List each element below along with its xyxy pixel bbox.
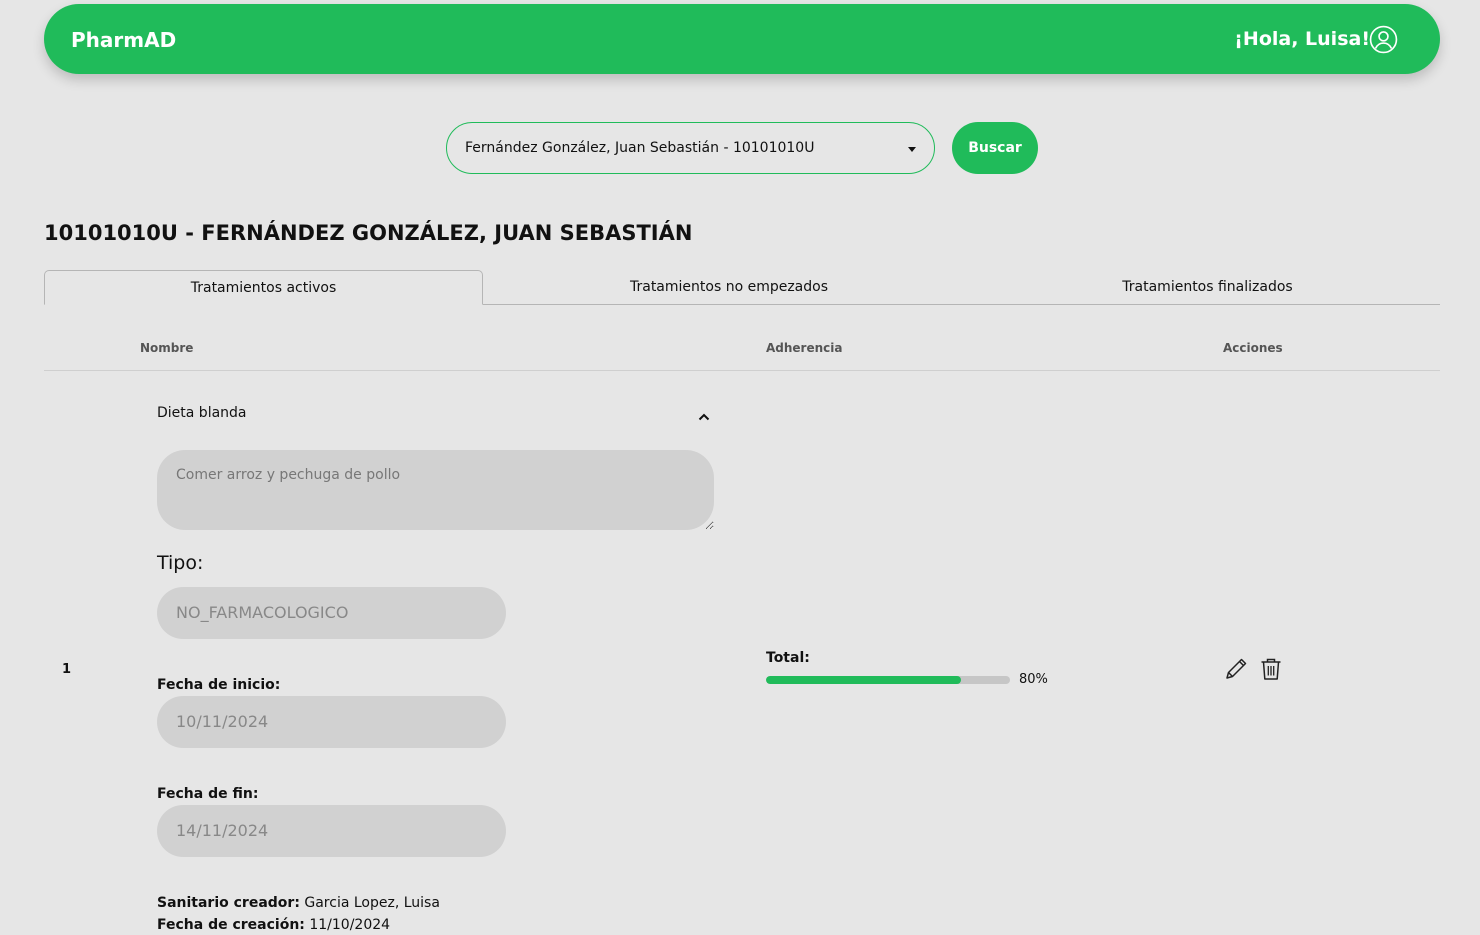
type-field[interactable]: NO_FARMACOLOGICO: [157, 587, 506, 639]
user-circle-icon[interactable]: [1369, 25, 1398, 54]
column-header-name: Nombre: [140, 341, 194, 355]
adherence-total-label: Total:: [766, 650, 810, 666]
search-button[interactable]: Buscar: [952, 122, 1038, 174]
end-date-label: Fecha de fin:: [157, 786, 259, 802]
start-date-label: Fecha de inicio:: [157, 677, 281, 693]
end-date-field[interactable]: 14/11/2024: [157, 805, 506, 857]
brand-logo[interactable]: PharmAD: [71, 28, 176, 52]
adherence-percent: 80%: [1019, 672, 1048, 687]
creator-info: Sanitario creador: Garcia Lopez, Luisa: [157, 895, 440, 911]
tab-finished-treatments[interactable]: Tratamientos finalizados: [975, 270, 1440, 305]
column-header-adherence: Adherencia: [766, 341, 843, 355]
creation-date-info: Fecha de creación: 11/10/2024: [157, 917, 390, 933]
table-header-divider: [44, 370, 1440, 371]
treatment-name: Dieta blanda: [157, 405, 247, 421]
user-greeting: ¡Hola, Luisa!: [1234, 28, 1370, 50]
tab-active-treatments[interactable]: Tratamientos activos: [44, 270, 483, 305]
creation-date-value: 11/10/2024: [309, 917, 391, 933]
row-number: 1: [62, 662, 72, 677]
treatment-description[interactable]: Comer arroz y pechuga de pollo: [157, 450, 714, 530]
chevron-up-icon[interactable]: [697, 410, 711, 424]
type-label: Tipo:: [157, 552, 204, 574]
creator-label: Sanitario creador:: [157, 895, 300, 911]
patient-select[interactable]: Fernández González, Juan Sebastián - 101…: [446, 122, 935, 174]
patient-title: 10101010U - FERNÁNDEZ GONZÁLEZ, JUAN SEB…: [44, 221, 693, 245]
column-header-actions: Acciones: [1223, 341, 1283, 355]
creator-value: Garcia Lopez, Luisa: [304, 895, 440, 911]
caret-down-icon: [908, 147, 916, 152]
trash-icon[interactable]: [1258, 656, 1284, 682]
patient-select-value: Fernández González, Juan Sebastián - 101…: [465, 140, 815, 156]
top-navbar: PharmAD ¡Hola, Luisa!: [44, 4, 1440, 74]
adherence-progress-bar: [766, 676, 1010, 684]
start-date-field[interactable]: 10/11/2024: [157, 696, 506, 748]
pencil-icon[interactable]: [1223, 656, 1249, 682]
adherence-progress-fill: [766, 676, 962, 684]
tab-not-started-treatments[interactable]: Tratamientos no empezados: [483, 270, 975, 305]
creation-date-label: Fecha de creación:: [157, 917, 305, 933]
